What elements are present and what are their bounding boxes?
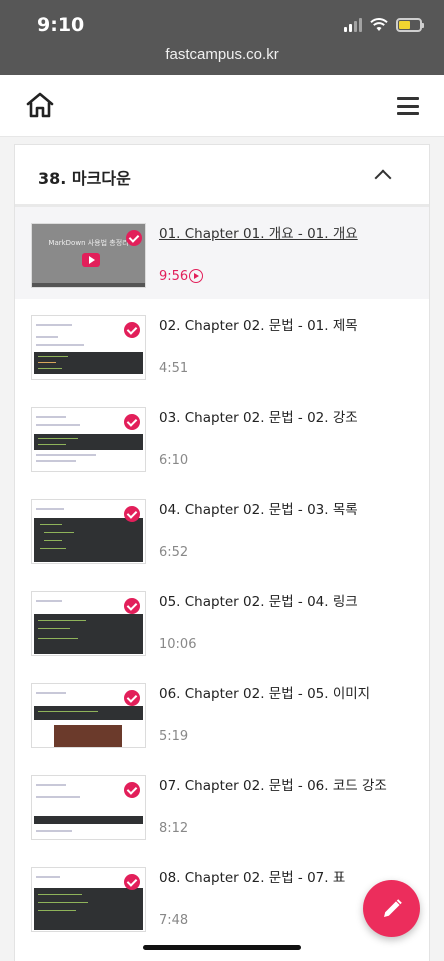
lesson-thumbnail: [31, 867, 146, 932]
wifi-icon: [370, 18, 388, 31]
lesson-title[interactable]: 02. Chapter 02. 문법 - 01. 제목: [159, 314, 358, 334]
signal-icon: [344, 18, 362, 32]
status-bar: 9:10 fastcampus.co.kr: [0, 0, 444, 75]
write-note-button[interactable]: [363, 880, 420, 937]
check-icon: [124, 598, 140, 614]
app-header: [0, 75, 444, 137]
clock: 9:10: [37, 14, 85, 36]
check-icon: [124, 322, 140, 338]
section-header[interactable]: 38. 마크다운: [15, 145, 429, 207]
lesson-duration: 5:19: [159, 729, 189, 744]
lesson-thumbnail: [31, 683, 146, 748]
lesson-item[interactable]: 04. Chapter 02. 문법 - 03. 목록 6:52: [15, 483, 429, 575]
lesson-title[interactable]: 05. Chapter 02. 문법 - 04. 링크: [159, 590, 358, 610]
lesson-duration: 8:12: [159, 821, 189, 836]
lesson-item[interactable]: 06. Chapter 02. 문법 - 05. 이미지 5:19: [15, 667, 429, 759]
lesson-item[interactable]: MarkDown 사용법 총정리 01. Chapter 01. 개요 - 01…: [15, 207, 429, 299]
section-title: 38. 마크다운: [38, 169, 131, 188]
check-icon: [124, 690, 140, 706]
home-icon[interactable]: [26, 92, 54, 118]
lesson-thumbnail: [31, 407, 146, 472]
lesson-thumbnail: MarkDown 사용법 총정리: [31, 223, 146, 288]
lesson-duration: 10:06: [159, 637, 197, 652]
lesson-title[interactable]: 07. Chapter 02. 문법 - 06. 코드 강조: [159, 774, 387, 794]
lesson-thumbnail: [31, 591, 146, 656]
check-icon: [124, 506, 140, 522]
battery-icon: [396, 18, 424, 32]
lesson-thumbnail: [31, 775, 146, 840]
lesson-title[interactable]: 04. Chapter 02. 문법 - 03. 목록: [159, 498, 358, 518]
lesson-duration: 9:56: [159, 269, 189, 284]
check-icon: [124, 874, 140, 890]
lesson-thumbnail: [31, 499, 146, 564]
lesson-duration: 4:51: [159, 361, 189, 376]
play-icon: [82, 253, 100, 267]
check-icon: [126, 230, 142, 246]
lesson-item[interactable]: 02. Chapter 02. 문법 - 01. 제목 4:51: [15, 299, 429, 391]
lesson-item[interactable]: 05. Chapter 02. 문법 - 04. 링크 10:06: [15, 575, 429, 667]
lesson-duration: 6:52: [159, 545, 189, 560]
play-circle-icon[interactable]: [189, 269, 203, 283]
hamburger-menu-icon[interactable]: [397, 97, 419, 115]
check-icon: [124, 414, 140, 430]
lesson-title[interactable]: 01. Chapter 01. 개요 - 01. 개요: [159, 222, 358, 242]
lesson-title[interactable]: 08. Chapter 02. 문법 - 07. 표: [159, 866, 345, 886]
chevron-up-icon[interactable]: [374, 169, 392, 187]
home-indicator: [143, 945, 301, 950]
address-bar-url[interactable]: fastcampus.co.kr: [0, 46, 444, 63]
status-icons: [344, 18, 424, 32]
lesson-title[interactable]: 06. Chapter 02. 문법 - 05. 이미지: [159, 682, 370, 702]
pencil-icon: [383, 898, 402, 917]
lesson-duration: 7:48: [159, 913, 189, 928]
lesson-duration: 6:10: [159, 453, 189, 468]
curriculum-card: 38. 마크다운 MarkDown 사용법 총정리 01. Chapter 01…: [14, 144, 430, 961]
lesson-item[interactable]: 07. Chapter 02. 문법 - 06. 코드 강조 8:12: [15, 759, 429, 851]
lesson-thumbnail: [31, 315, 146, 380]
lesson-item[interactable]: 03. Chapter 02. 문법 - 02. 강조 6:10: [15, 391, 429, 483]
thumbnail-photo: [54, 725, 122, 747]
check-icon: [124, 782, 140, 798]
lesson-title[interactable]: 03. Chapter 02. 문법 - 02. 강조: [159, 406, 358, 426]
